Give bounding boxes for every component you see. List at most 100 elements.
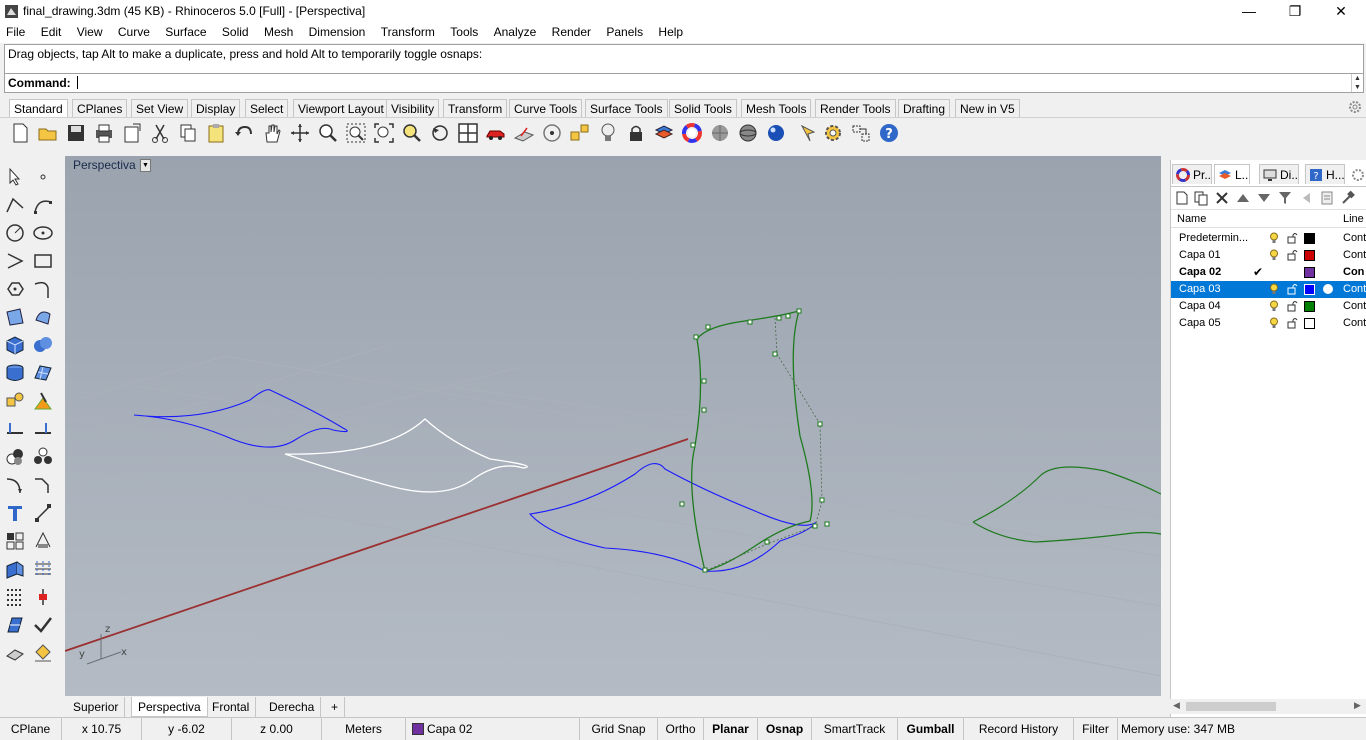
undo-view-icon[interactable] bbox=[429, 122, 451, 144]
material-circle-icon[interactable] bbox=[1322, 283, 1334, 295]
menu-analyze[interactable]: Analyze bbox=[488, 23, 543, 39]
menu-view[interactable]: View bbox=[71, 23, 109, 39]
join-icon[interactable] bbox=[32, 390, 54, 412]
filter-icon[interactable] bbox=[1277, 190, 1293, 206]
unlock-icon[interactable] bbox=[1287, 283, 1299, 295]
tab-layers[interactable]: L... bbox=[1214, 164, 1250, 184]
polygon-icon[interactable] bbox=[4, 278, 26, 300]
car-named-view-icon[interactable] bbox=[485, 122, 507, 144]
lock-icon[interactable] bbox=[625, 122, 647, 144]
cylinder-icon[interactable] bbox=[4, 362, 26, 384]
restore-button[interactable]: ❐ bbox=[1272, 0, 1318, 23]
filter-toggle[interactable]: Filter bbox=[1074, 718, 1118, 740]
paste-icon[interactable] bbox=[205, 122, 227, 144]
layer-status[interactable]: Capa 02 bbox=[406, 718, 580, 740]
move-down-icon[interactable] bbox=[1256, 190, 1272, 206]
zoom-window-icon[interactable] bbox=[345, 122, 367, 144]
planar-toggle[interactable]: Planar bbox=[704, 718, 758, 740]
menu-surface[interactable]: Surface bbox=[159, 23, 212, 39]
layer-color-swatch[interactable] bbox=[1304, 318, 1315, 329]
grid-snap-toggle[interactable]: Grid Snap bbox=[580, 718, 658, 740]
copy-icon[interactable] bbox=[177, 122, 199, 144]
tab-solid-tools[interactable]: Solid Tools bbox=[669, 99, 737, 117]
options-gear-icon[interactable] bbox=[822, 122, 844, 144]
close-button[interactable]: ✕ bbox=[1318, 0, 1364, 23]
osnap-toggle[interactable]: Osnap bbox=[758, 718, 812, 740]
panel-horizontal-scrollbar[interactable]: ◀ ▶ bbox=[1170, 699, 1366, 714]
menu-transform[interactable]: Transform bbox=[375, 23, 441, 39]
tab-display[interactable]: Di... bbox=[1259, 164, 1299, 184]
menu-edit[interactable]: Edit bbox=[35, 23, 68, 39]
tab-help[interactable]: ? H... bbox=[1305, 164, 1345, 184]
layer-color-swatch[interactable] bbox=[1304, 301, 1315, 312]
lightbulb-on-icon[interactable] bbox=[1269, 300, 1279, 312]
tab-superior[interactable]: Superior bbox=[67, 697, 126, 717]
viewport-menu-arrow[interactable]: ▼ bbox=[140, 159, 151, 172]
ortho-toggle[interactable]: Ortho bbox=[658, 718, 704, 740]
render-sphere-icon[interactable] bbox=[765, 122, 787, 144]
perspective-viewport[interactable]: z y x bbox=[65, 156, 1161, 696]
surface-edge-icon[interactable] bbox=[32, 306, 54, 328]
layer-row[interactable]: Predetermin... Cont bbox=[1171, 230, 1366, 247]
tab-viewport-layout[interactable]: Viewport Layout bbox=[293, 99, 389, 117]
units-status[interactable]: Meters bbox=[322, 718, 406, 740]
cut-icon[interactable] bbox=[149, 122, 171, 144]
curve-cv-icon[interactable] bbox=[32, 194, 54, 216]
new-file-icon[interactable] bbox=[9, 122, 31, 144]
select-arrow-icon[interactable] bbox=[4, 166, 26, 188]
column-name[interactable]: Name bbox=[1177, 213, 1206, 225]
scroll-left-arrow[interactable]: ◀ bbox=[1173, 700, 1180, 711]
explode-icon[interactable] bbox=[4, 390, 26, 412]
command-scroll-up[interactable]: ▲ bbox=[1351, 74, 1363, 83]
menu-dimension[interactable]: Dimension bbox=[303, 23, 372, 39]
tab-display[interactable]: Display bbox=[191, 99, 241, 117]
viewport-title[interactable]: Perspectiva bbox=[73, 158, 136, 172]
osnap-icon[interactable] bbox=[798, 122, 820, 144]
smarttrack-toggle[interactable]: SmartTrack bbox=[812, 718, 898, 740]
tab-surface-tools[interactable]: Surface Tools bbox=[585, 99, 668, 117]
rotate-view-icon[interactable] bbox=[289, 122, 311, 144]
unlock-icon[interactable] bbox=[1287, 249, 1299, 261]
tab-derecha[interactable]: Derecha bbox=[263, 697, 322, 717]
polyline-icon[interactable] bbox=[4, 194, 26, 216]
undo-icon[interactable] bbox=[233, 122, 255, 144]
render-object-icon[interactable] bbox=[4, 642, 26, 664]
print-icon[interactable] bbox=[93, 122, 115, 144]
panel-gear-icon[interactable] bbox=[1351, 168, 1365, 182]
menu-tools[interactable]: Tools bbox=[444, 23, 484, 39]
white-curve[interactable] bbox=[284, 418, 528, 493]
scroll-right-arrow[interactable]: ▶ bbox=[1354, 700, 1361, 711]
lightbulb-on-icon[interactable] bbox=[1269, 317, 1279, 329]
tab-mesh-tools[interactable]: Mesh Tools bbox=[741, 99, 812, 117]
green-curve-right[interactable] bbox=[972, 466, 1161, 543]
unlock-icon[interactable] bbox=[1287, 300, 1299, 312]
tab-select[interactable]: Select bbox=[245, 99, 289, 117]
four-viewports-icon[interactable] bbox=[457, 122, 479, 144]
grid-array-icon[interactable] bbox=[4, 586, 26, 608]
scroll-thumb[interactable] bbox=[1186, 702, 1276, 711]
check-icon[interactable] bbox=[32, 614, 54, 636]
zoom-dynamic-icon[interactable] bbox=[317, 122, 339, 144]
trim-icon[interactable] bbox=[4, 418, 26, 440]
blue-curve-left[interactable] bbox=[133, 389, 348, 448]
layer-color-swatch[interactable] bbox=[1304, 284, 1315, 295]
lightbulb-icon[interactable] bbox=[597, 122, 619, 144]
zoom-selected-icon[interactable] bbox=[401, 122, 423, 144]
tab-render-tools[interactable]: Render Tools bbox=[815, 99, 896, 117]
text-icon[interactable] bbox=[4, 502, 26, 524]
menu-help[interactable]: Help bbox=[652, 23, 689, 39]
scale-icon[interactable] bbox=[32, 530, 54, 552]
rendered-sphere-icon[interactable] bbox=[737, 122, 759, 144]
zoom-extents-icon[interactable] bbox=[373, 122, 395, 144]
toolbar-layout-icon[interactable] bbox=[850, 122, 872, 144]
add-viewport-tab-button[interactable]: + bbox=[325, 697, 346, 717]
move-up-icon[interactable] bbox=[1235, 190, 1251, 206]
save-icon[interactable] bbox=[65, 122, 87, 144]
box-icon[interactable] bbox=[4, 334, 26, 356]
menu-file[interactable]: File bbox=[0, 23, 31, 39]
cplane-icon[interactable] bbox=[513, 122, 535, 144]
menu-panels[interactable]: Panels bbox=[600, 23, 649, 39]
control-points[interactable] bbox=[679, 308, 830, 573]
rectangle-icon[interactable] bbox=[32, 250, 54, 272]
layer-row[interactable]: Capa 01 Cont bbox=[1171, 247, 1366, 264]
